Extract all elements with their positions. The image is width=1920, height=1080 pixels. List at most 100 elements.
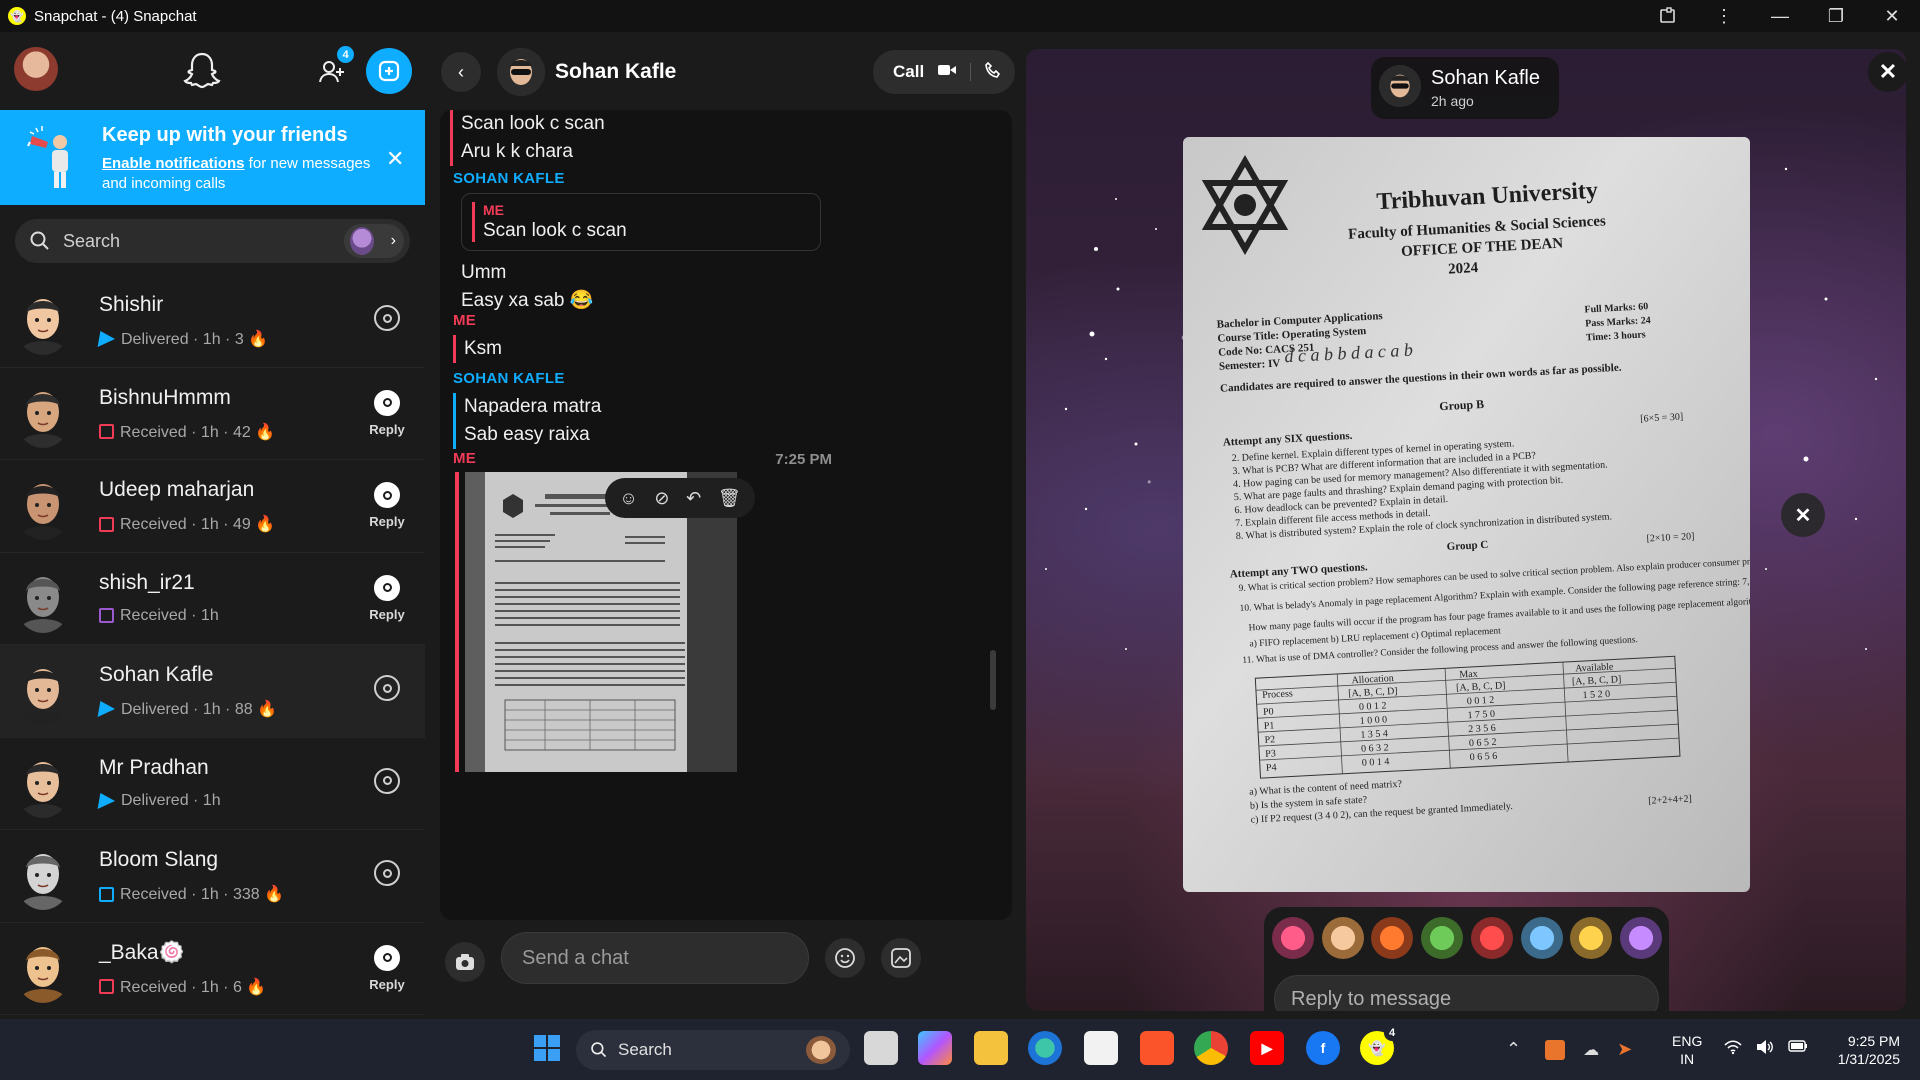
contact-name[interactable]: Sohan Kafle xyxy=(555,60,676,84)
reaction-thumbs-up[interactable] xyxy=(1421,917,1464,959)
skip-snap-button[interactable]: ✕ xyxy=(1781,493,1825,537)
youtube-icon[interactable]: ▶ xyxy=(1250,1031,1284,1065)
copilot-icon[interactable] xyxy=(918,1031,952,1065)
contact-avatar[interactable] xyxy=(497,48,545,96)
search-bar[interactable]: Search › xyxy=(15,219,410,263)
reaction-mindblown[interactable] xyxy=(1570,917,1613,959)
show-hidden-icons-chevron-icon[interactable]: ⌃ xyxy=(1506,1039,1521,1060)
friend-row[interactable]: Udeep maharjan Received · 1h · 49 🔥 Repl… xyxy=(0,460,425,553)
reaction-love[interactable] xyxy=(1470,917,1513,959)
edge-browser-icon[interactable] xyxy=(1028,1031,1062,1065)
taskbar-search[interactable]: Search xyxy=(576,1030,850,1070)
friend-avatar[interactable] xyxy=(14,565,72,633)
taskbar-search-label: Search xyxy=(618,1040,672,1059)
snap-message[interactable]: ☺ ⊘ ↶ 🗑 xyxy=(455,472,761,772)
add-friend-button[interactable]: 4 xyxy=(312,46,354,92)
camera-icon xyxy=(374,860,400,886)
reply-camera-button[interactable]: Reply xyxy=(363,482,411,529)
video-call-icon[interactable] xyxy=(938,62,957,82)
message-group-sohan-2: SOHAN KAFLE Napadera matra Sab easy raix… xyxy=(453,370,1012,449)
reaction-wow[interactable] xyxy=(1619,917,1662,959)
received-square-icon xyxy=(99,608,114,623)
friend-row[interactable]: Sohan Kafle Delivered · 1h · 88 🔥 xyxy=(0,645,425,738)
send-arrow-icon[interactable]: ➤ xyxy=(1617,1039,1632,1060)
chrome-icon[interactable] xyxy=(1194,1031,1228,1065)
new-chat-button[interactable] xyxy=(366,48,412,94)
reply-input[interactable]: Reply to message xyxy=(1274,975,1659,1011)
add-friend-badge: 4 xyxy=(337,46,354,63)
friend-avatar[interactable] xyxy=(14,287,72,355)
friend-avatar[interactable] xyxy=(14,657,72,725)
close-notification-icon[interactable]: ✕ xyxy=(386,146,404,172)
received-square-icon xyxy=(99,979,114,994)
friend-avatar[interactable] xyxy=(14,472,72,540)
viewer-sender-avatar[interactable] xyxy=(1379,65,1421,107)
onedrive-cloud-icon[interactable]: ☁ xyxy=(1583,1040,1599,1060)
friend-row[interactable]: Bloom Slang Received · 1h · 338 🔥 xyxy=(0,830,425,923)
viewer-sender-name[interactable]: Sohan Kafle xyxy=(1431,67,1540,90)
emoji-button[interactable] xyxy=(825,938,865,978)
reply-icon[interactable]: ↶ xyxy=(686,488,701,509)
facebook-icon[interactable]: f xyxy=(1306,1031,1340,1065)
friend-row[interactable]: Shishir Delivered · 1h · 3 🔥 xyxy=(0,275,425,368)
reply-camera-button[interactable]: Reply xyxy=(363,389,411,437)
scrollbar[interactable] xyxy=(990,650,996,710)
windows-start-icon[interactable] xyxy=(530,1031,564,1065)
install-app-icon[interactable] xyxy=(1640,0,1696,32)
sticker-button[interactable] xyxy=(881,938,921,978)
message-text[interactable]: Napadera matra xyxy=(464,393,1012,421)
message-text[interactable]: Ksm xyxy=(464,335,1012,363)
friend-avatar[interactable] xyxy=(14,380,72,448)
clock[interactable]: 9:25 PM 1/31/2025 xyxy=(1820,1032,1900,1068)
friend-row[interactable]: Mr Pradhan Delivered · 1h xyxy=(0,738,425,830)
message-text[interactable]: Scan look c scan xyxy=(461,110,1012,138)
reaction-cry[interactable] xyxy=(1520,917,1563,959)
call-label[interactable]: Call xyxy=(893,62,924,82)
more-options-icon[interactable]: ⋮ xyxy=(1696,0,1752,32)
reaction-laugh[interactable] xyxy=(1321,917,1364,959)
task-view-icon[interactable] xyxy=(864,1031,898,1065)
reaction-fire[interactable] xyxy=(1371,917,1414,959)
message-text[interactable]: Sab easy raixa xyxy=(464,421,1012,449)
reply-camera-button[interactable]: Reply xyxy=(363,574,411,622)
chat-input[interactable]: Send a chat xyxy=(501,932,809,984)
reaction-heart-eyes[interactable] xyxy=(1272,917,1314,959)
reply-camera-button[interactable]: Reply xyxy=(363,944,411,992)
friend-row[interactable]: shish_ir21 Received · 1h Reply xyxy=(0,553,425,645)
friend-row[interactable]: _Baka🍥 Received · 1h · 6 🔥 Reply xyxy=(0,923,425,1015)
friend-avatar[interactable] xyxy=(14,750,72,818)
camera-button[interactable] xyxy=(363,860,411,886)
phone-call-icon[interactable] xyxy=(985,61,1001,83)
camera-button[interactable] xyxy=(363,305,411,331)
minimize-button[interactable]: — xyxy=(1752,0,1808,32)
camera-button[interactable] xyxy=(363,675,411,701)
message-text[interactable]: Umm xyxy=(461,259,1012,287)
enable-notifications-link[interactable]: Enable notifications xyxy=(102,155,245,172)
camera-button[interactable] xyxy=(363,767,411,794)
back-button[interactable]: ‹ xyxy=(441,52,481,92)
quick-settings[interactable] xyxy=(1724,1039,1808,1060)
react-icon[interactable]: ☺ xyxy=(619,488,637,509)
message-text[interactable]: Aru k k chara xyxy=(461,138,1012,166)
unsave-icon[interactable]: ⊘ xyxy=(654,488,669,509)
file-explorer-icon[interactable] xyxy=(974,1031,1008,1065)
microsoft-store-icon[interactable] xyxy=(1084,1031,1118,1065)
friend-avatar[interactable] xyxy=(14,842,72,910)
snapchat-taskbar-icon[interactable]: 👻 4 xyxy=(1360,1025,1400,1065)
message-text[interactable]: Easy xa sab 😂 xyxy=(461,287,1012,315)
quoted-message[interactable]: ME Scan look c scan xyxy=(461,193,821,251)
tray-app-icon[interactable] xyxy=(1545,1039,1566,1060)
close-viewer-button[interactable]: ✕ xyxy=(1868,52,1908,92)
close-window-button[interactable]: ✕ xyxy=(1864,0,1920,32)
brave-browser-icon[interactable] xyxy=(1140,1031,1174,1065)
delete-icon[interactable]: 🗑 xyxy=(718,488,741,509)
bitmoji-shortcut[interactable]: › xyxy=(344,224,404,258)
restore-button[interactable]: ❐ xyxy=(1808,0,1864,32)
snapchat-ghost-icon[interactable] xyxy=(180,48,224,92)
camera-button[interactable] xyxy=(445,942,485,982)
my-avatar[interactable] xyxy=(14,47,58,91)
search-input[interactable]: Search xyxy=(63,231,120,252)
friend-row[interactable]: BishnuHmmm Received · 1h · 42 🔥 Reply xyxy=(0,368,425,460)
friend-avatar[interactable] xyxy=(14,935,72,1003)
language-indicator[interactable]: ENG IN xyxy=(1672,1032,1702,1068)
